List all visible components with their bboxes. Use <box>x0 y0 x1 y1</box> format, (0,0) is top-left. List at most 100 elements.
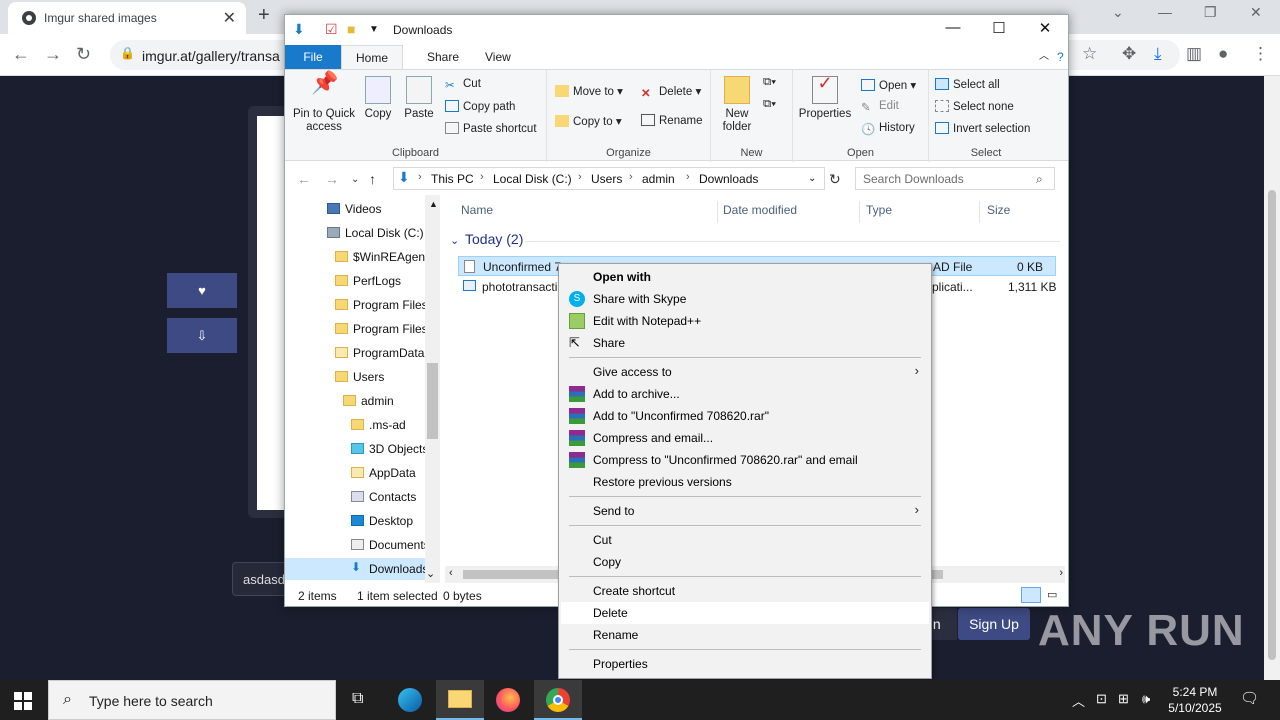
copy-path-button[interactable]: Copy path <box>445 100 515 113</box>
nav-scrollbar[interactable] <box>425 195 440 583</box>
favorite-button[interactable]: ♥ <box>167 273 237 308</box>
nav-item-program-files-x86[interactable]: Program Files <box>335 322 428 336</box>
file-explorer-taskbar-icon[interactable] <box>436 680 484 720</box>
menu-rename[interactable]: Rename <box>561 624 929 646</box>
breadcrumb-admin[interactable]: admin <box>642 172 675 186</box>
delete-ribbon-button[interactable]: ✕ Delete ▾ <box>641 84 701 100</box>
explorer-forward-icon[interactable]: → <box>325 171 339 187</box>
nav-item-desktop[interactable]: Desktop <box>351 514 413 528</box>
nav-item-documents[interactable]: Documents <box>351 538 430 552</box>
menu-icon[interactable]: ⋮ <box>1252 44 1269 64</box>
taskbar-search-box[interactable]: ⌕ Type here to search <box>48 680 336 720</box>
properties-button[interactable]: ✓ Properties <box>797 74 853 121</box>
show-hidden-icons[interactable]: ︿ <box>1072 691 1085 710</box>
up-icon[interactable]: ↑ <box>369 171 376 187</box>
cut-button[interactable]: ✂ Cut <box>445 78 481 92</box>
extensions-icon[interactable]: ✥ <box>1122 44 1136 64</box>
bookmark-star-icon[interactable]: ☆ <box>1082 44 1097 64</box>
paste-shortcut-button[interactable]: Paste shortcut <box>445 122 537 135</box>
nav-item-local-disk[interactable]: Local Disk (C:) <box>327 226 424 240</box>
nav-item-contacts[interactable]: Contacts <box>351 490 416 504</box>
nav-item-admin[interactable]: admin <box>343 394 394 408</box>
nav-item-winreagent[interactable]: $WinREAgent <box>335 250 428 264</box>
nav-item-users[interactable]: Users <box>335 370 384 384</box>
minimize-icon[interactable]: — <box>1158 4 1172 20</box>
menu-edit-notepadpp[interactable]: Edit with Notepad++ <box>561 310 929 332</box>
explorer-minimize-icon[interactable]: — <box>930 19 976 36</box>
menu-add-to-archive[interactable]: Add to archive... <box>561 383 929 405</box>
back-icon[interactable]: ← <box>12 44 30 65</box>
scroll-right-icon[interactable]: › <box>1059 567 1063 579</box>
new-folder-button[interactable]: New folder <box>717 76 757 134</box>
windows-start-icon[interactable] <box>14 692 32 710</box>
large-icons-view-icon[interactable]: ▭ <box>1047 588 1057 601</box>
nav-scrollbar-thumb[interactable] <box>427 363 438 439</box>
nav-item-appdata[interactable]: AppData <box>351 466 416 480</box>
menu-properties[interactable]: Properties <box>561 653 929 675</box>
menu-share-skype[interactable]: S Share with Skype <box>561 288 929 310</box>
copy-button[interactable]: Copy <box>361 76 395 121</box>
nav-item-programdata[interactable]: ProgramData <box>335 346 424 360</box>
nav-item-ms-ad[interactable]: .ms-ad <box>351 418 406 432</box>
nav-item-downloads[interactable]: ⬇ Downloads <box>351 560 428 576</box>
scroll-left-icon[interactable]: ‹ <box>449 567 453 579</box>
comment-input[interactable]: asdasd <box>232 562 292 596</box>
menu-give-access[interactable]: Give access to › <box>561 361 929 383</box>
tab-file[interactable]: File <box>285 45 341 69</box>
breadcrumb-downloads[interactable]: Downloads <box>699 172 758 186</box>
volume-icon[interactable]: 🕪 <box>1142 691 1150 707</box>
explorer-back-icon[interactable]: ← <box>297 171 311 187</box>
select-none-button[interactable]: Select none <box>935 100 1014 113</box>
easy-access-icon[interactable]: ⧉▾ <box>763 98 776 111</box>
close-tab-icon[interactable]: ✕ <box>223 8 236 28</box>
breadcrumb-users[interactable]: Users <box>591 172 622 186</box>
open-button[interactable]: Open ▾ <box>861 78 916 92</box>
help-icon[interactable]: ? <box>1043 45 1078 69</box>
nav-item-program-files[interactable]: Program Files <box>335 298 428 312</box>
recent-locations-icon[interactable]: ⌄ <box>351 174 359 185</box>
new-item-icon[interactable]: ⧉▾ <box>763 76 776 89</box>
firefox-icon[interactable] <box>484 680 532 720</box>
col-name[interactable]: Name <box>461 203 493 217</box>
copy-to-button[interactable]: Copy to ▾ <box>555 114 622 128</box>
menu-delete[interactable]: Delete <box>561 602 929 624</box>
menu-compress-email[interactable]: Compress and email... <box>561 427 929 449</box>
notifications-icon[interactable]: 🗨 <box>1240 689 1259 707</box>
paste-button[interactable]: Paste <box>401 76 437 121</box>
tab-view[interactable]: View <box>471 45 525 69</box>
breadcrumb-this-pc[interactable]: This PC <box>431 172 474 186</box>
search-downloads-input[interactable]: Search Downloads ⌕ <box>855 167 1055 190</box>
new-tab-button[interactable]: + <box>258 4 270 27</box>
side-panel-icon[interactable]: ▥ <box>1186 44 1202 64</box>
forward-icon[interactable]: → <box>44 44 62 65</box>
col-type[interactable]: Type <box>866 203 892 217</box>
tab-home[interactable]: Home <box>341 45 404 69</box>
address-field[interactable]: ⬇ › This PC › Local Disk (C:) › Users › … <box>393 167 825 190</box>
nav-item-3d-objects[interactable]: 3D Objects <box>351 442 428 456</box>
nav-scroll-up-icon[interactable]: ▲ <box>429 199 438 209</box>
tab-search-icon[interactable]: ⌄ <box>1112 4 1124 21</box>
group-header-chevron-icon[interactable]: ⌄ <box>450 234 459 247</box>
nav-scroll-down-icon[interactable]: ⌄ <box>426 567 435 580</box>
sign-up-button[interactable]: Sign Up <box>958 608 1030 640</box>
download-image-button[interactable]: ⇩ <box>167 318 237 353</box>
new-folder-qa-icon[interactable]: ■ <box>347 21 355 37</box>
menu-create-shortcut[interactable]: Create shortcut <box>561 580 929 602</box>
profile-avatar[interactable]: ● <box>1218 44 1228 64</box>
restore-icon[interactable]: ❐ <box>1204 4 1217 21</box>
select-all-button[interactable]: Select all <box>935 78 1000 91</box>
reload-icon[interactable]: ↻ <box>76 44 91 65</box>
page-scrollbar-thumb[interactable] <box>1268 190 1276 660</box>
tab-share[interactable]: Share <box>413 45 473 69</box>
nav-item-perflogs[interactable]: PerfLogs <box>335 274 401 288</box>
chrome-taskbar-icon[interactable] <box>534 680 582 720</box>
col-date-modified[interactable]: Date modified <box>723 203 797 217</box>
invert-selection-button[interactable]: Invert selection <box>935 122 1030 135</box>
refresh-icon[interactable]: ↻ <box>829 171 841 188</box>
group-header-today[interactable]: Today (2) <box>465 231 523 247</box>
network-icon[interactable]: ⊞ <box>1118 691 1129 707</box>
menu-copy[interactable]: Copy <box>561 551 929 573</box>
task-view-icon[interactable]: ⧉ <box>336 680 384 720</box>
explorer-maximize-icon[interactable]: ☐ <box>976 19 1022 37</box>
edit-button[interactable]: ✎ Edit <box>861 100 899 114</box>
